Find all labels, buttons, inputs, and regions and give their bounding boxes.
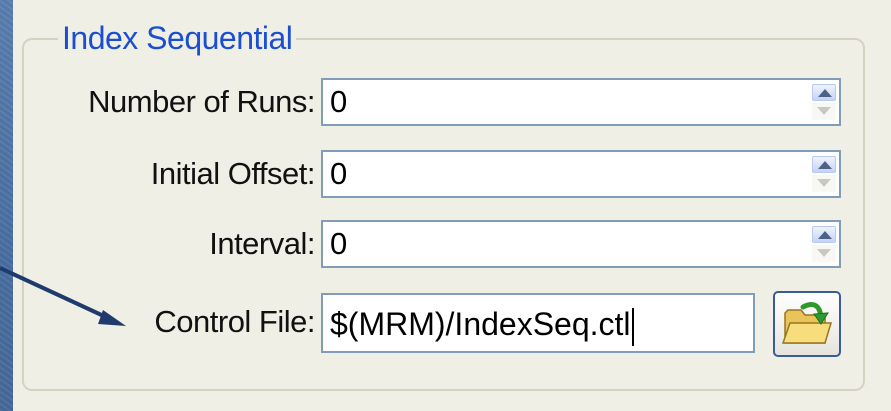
browse-button[interactable] — [773, 291, 841, 357]
initial-offset-label: Initial Offset: — [150, 156, 316, 191]
text-caret — [631, 307, 634, 346]
folder-open-icon — [781, 302, 833, 344]
control-file-input[interactable]: $(MRM)/IndexSeq.ctl — [321, 293, 755, 353]
spin-down-icon[interactable] — [812, 103, 836, 120]
number-of-runs-input[interactable]: 0 — [321, 78, 841, 126]
number-of-runs-label: Number of Runs: — [88, 84, 315, 119]
number-of-runs-spinner[interactable] — [812, 84, 836, 120]
spin-down-icon[interactable] — [812, 175, 836, 192]
interval-value: 0 — [330, 226, 348, 261]
interval-input[interactable]: 0 — [321, 220, 841, 268]
initial-offset-spinner[interactable] — [812, 156, 836, 192]
initial-offset-value: 0 — [330, 156, 348, 191]
control-file-value: $(MRM)/IndexSeq.ctl — [330, 301, 634, 347]
number-of-runs-value: 0 — [330, 84, 348, 119]
interval-label: Interval: — [209, 226, 315, 261]
groupbox-title: Index Sequential — [58, 18, 297, 58]
spin-up-icon[interactable] — [812, 84, 836, 101]
control-file-label: Control File: — [154, 304, 315, 339]
interval-spinner[interactable] — [812, 226, 836, 262]
spin-up-icon[interactable] — [812, 226, 836, 243]
initial-offset-input[interactable]: 0 — [321, 150, 841, 198]
spin-up-icon[interactable] — [812, 156, 836, 173]
spin-down-icon[interactable] — [812, 245, 836, 262]
